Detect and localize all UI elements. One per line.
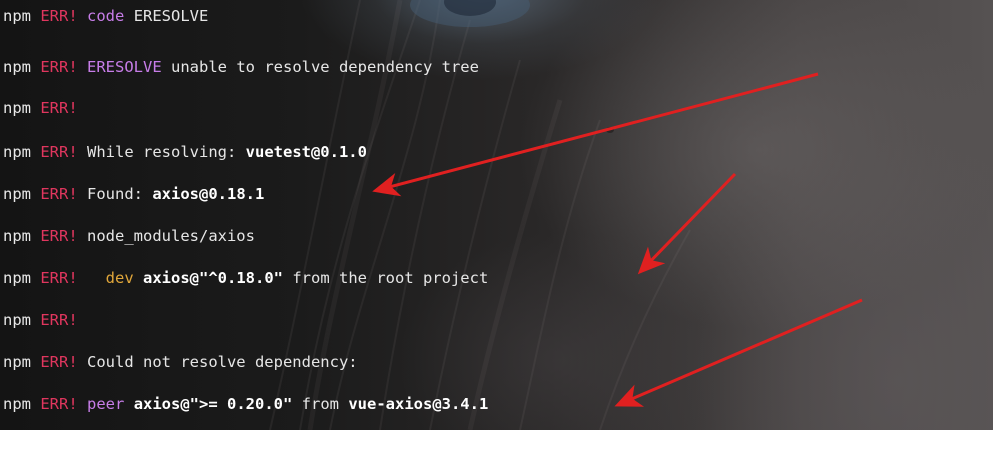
npm-prefix: npm [3, 227, 31, 245]
root-requirement: axios@"^0.18.0" [143, 269, 283, 287]
err-tag: ERR! [40, 227, 78, 245]
line-text: Could not resolve dependency: [77, 353, 358, 371]
dev-label: dev [105, 269, 134, 287]
output-line-3: npm ERR! [3, 98, 78, 118]
package-name: vuetest@0.1.0 [245, 143, 367, 161]
output-line-1: npm ERR! code ERESOLVE [3, 6, 208, 26]
output-line-6: npm ERR! node_modules/axios [3, 226, 255, 246]
output-line-9: npm ERR! Could not resolve dependency: [3, 352, 358, 372]
line-text: from [292, 395, 349, 413]
line-text: While resolving: [77, 143, 246, 161]
npm-prefix: npm [3, 143, 31, 161]
eresolve-keyword: ERESOLVE [87, 58, 162, 76]
output-line-4: npm ERR! While resolving: vuetest@0.1.0 [3, 142, 367, 162]
terminal-window: npm ERR! code ERESOLVE npm ERR! ERESOLVE… [0, 0, 993, 430]
err-tag: ERR! [40, 185, 78, 203]
output-line-10: npm ERR! peer axios@">= 0.20.0" from vue… [3, 394, 488, 414]
found-version: axios@0.18.1 [152, 185, 265, 203]
npm-prefix: npm [3, 7, 31, 25]
terminal-output: npm ERR! code ERESOLVE npm ERR! ERESOLVE… [0, 0, 993, 430]
err-tag: ERR! [40, 353, 78, 371]
npm-prefix: npm [3, 185, 31, 203]
npm-prefix: npm [3, 58, 31, 76]
err-tag: ERR! [40, 143, 78, 161]
peer-package: vue-axios@3.4.1 [348, 395, 489, 413]
code-value: ERESOLVE [133, 7, 209, 25]
peer-keyword: peer [87, 395, 125, 413]
line-text: Found: [77, 185, 153, 203]
line-text: unable to resolve dependency tree [161, 58, 479, 76]
err-tag: ERR! [40, 99, 78, 117]
err-tag: ERR! [40, 311, 78, 329]
err-tag: ERR! [40, 58, 78, 76]
npm-prefix: npm [3, 99, 31, 117]
output-line-2: npm ERR! ERESOLVE unable to resolve depe… [3, 57, 479, 77]
line-text: node_modules/axios [77, 227, 255, 245]
npm-prefix: npm [3, 395, 31, 413]
err-tag: ERR! [40, 269, 78, 287]
npm-prefix: npm [3, 353, 31, 371]
output-line-7: npm ERR! dev axios@"^0.18.0" from the ro… [3, 268, 488, 288]
output-line-5: npm ERR! Found: axios@0.18.1 [3, 184, 264, 204]
npm-prefix: npm [3, 269, 31, 287]
npm-prefix: npm [3, 311, 31, 329]
err-tag: ERR! [40, 7, 78, 25]
err-tag: ERR! [40, 395, 78, 413]
code-label: code [87, 7, 125, 25]
peer-requirement: axios@">= 0.20.0" [133, 395, 293, 413]
line-text: from the root project [283, 269, 489, 287]
output-line-8: npm ERR! [3, 310, 78, 330]
